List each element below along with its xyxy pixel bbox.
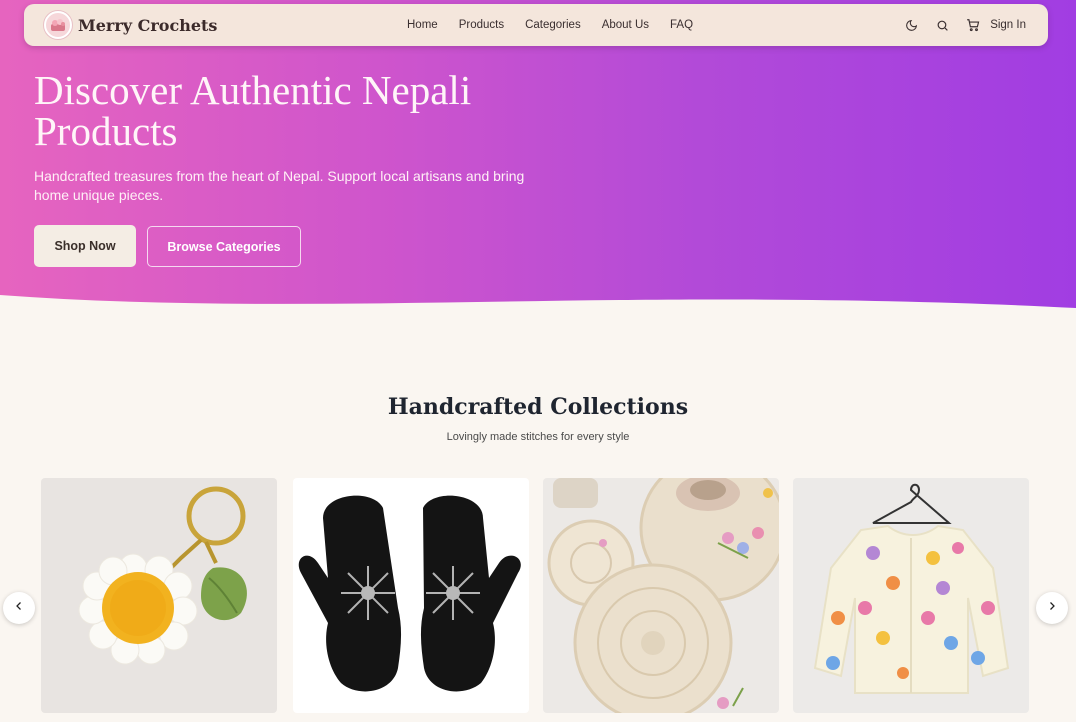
sign-in-link[interactable]: Sign In — [990, 19, 1026, 31]
nav-actions: Sign In — [904, 18, 1026, 32]
collection-card-flower-cardigan[interactable] — [793, 478, 1029, 713]
carousel-next-button[interactable] — [1036, 592, 1068, 624]
brand[interactable]: Merry Crochets — [44, 11, 217, 39]
nav-link-home[interactable]: Home — [407, 19, 438, 31]
search-icon[interactable] — [935, 18, 949, 32]
nav-link-about-us[interactable]: About Us — [602, 19, 649, 31]
hero-section: Discover Authentic Nepali Products Handc… — [0, 0, 1076, 312]
moon-icon[interactable] — [904, 18, 918, 32]
carousel-prev-button[interactable] — [3, 592, 35, 624]
flower-cardigan-image — [793, 478, 1029, 713]
hero-wave — [0, 295, 1076, 312]
nav-link-faq[interactable]: FAQ — [670, 19, 693, 31]
cart-icon[interactable] — [966, 18, 980, 32]
navbar: Merry Crochets Home Products Categories … — [24, 4, 1048, 46]
hero-subtitle: Handcrafted treasures from the heart of … — [34, 168, 525, 203]
hero-title: Discover Authentic Nepali Products — [34, 67, 472, 154]
collections-title: Handcrafted Collections — [387, 394, 689, 420]
crochet-coasters-image — [543, 478, 779, 713]
collections-subtitle: Lovingly made stitches for every style — [446, 431, 630, 443]
chevron-left-icon — [13, 599, 25, 617]
nav-link-categories[interactable]: Categories — [525, 19, 581, 31]
collection-card-black-mittens[interactable] — [293, 478, 529, 713]
browse-categories-button[interactable]: Browse Categories — [147, 226, 301, 267]
shop-now-button[interactable]: Shop Now — [34, 225, 136, 267]
chevron-right-icon — [1046, 599, 1058, 617]
nav-links: Home Products Categories About Us FAQ — [407, 19, 714, 31]
yarn-basket-icon — [44, 11, 72, 39]
collection-card-daisy-keychain[interactable] — [41, 478, 277, 713]
daisy-keychain-image — [41, 478, 277, 713]
brand-name: Merry Crochets — [78, 15, 218, 35]
nav-link-products[interactable]: Products — [459, 19, 504, 31]
black-mittens-image — [293, 478, 529, 713]
collection-card-crochet-coasters[interactable] — [543, 478, 779, 713]
